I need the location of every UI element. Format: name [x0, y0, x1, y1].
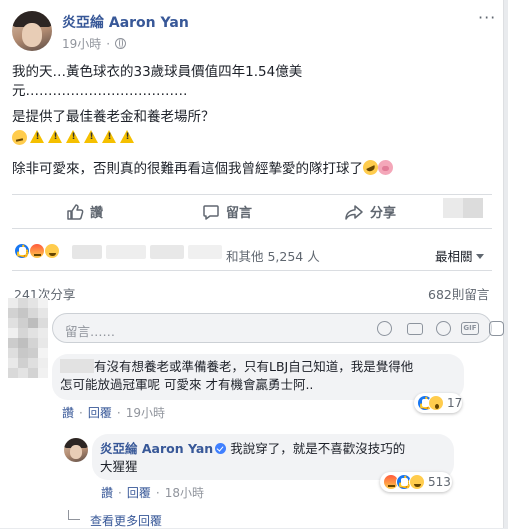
- haha-reaction-icon: [44, 243, 60, 259]
- like-button[interactable]: 讚: [66, 202, 103, 221]
- comment-label: 留言: [226, 206, 253, 221]
- blurred-names: [72, 243, 222, 261]
- composer-placeholder: 留言……: [65, 324, 116, 339]
- view-more-replies-link[interactable]: 查看更多回覆: [90, 512, 162, 529]
- haha-reaction-icon: [409, 474, 425, 490]
- post-text-line-2: 元………………………………: [12, 83, 188, 99]
- comment-reactions[interactable]: 17: [414, 393, 462, 413]
- blurred-avatar: [443, 198, 463, 218]
- comment-icon: [203, 204, 219, 220]
- reply-actions: 讚 · 回覆 · 18小時: [101, 484, 204, 501]
- meta-separator: ·: [118, 485, 122, 500]
- angry-reaction-icon: [29, 243, 45, 259]
- post-text-line-5: 除非可愛來，否則真的很難再看這個我曾經摯愛的隊打球了: [12, 157, 393, 179]
- share-icon: [345, 204, 363, 220]
- reaction-count-text[interactable]: 和其他 5,254 人: [226, 246, 320, 265]
- author-avatar[interactable]: [12, 11, 52, 51]
- reply-reaction-count: 513: [428, 475, 451, 489]
- meta-separator: ·: [79, 405, 83, 420]
- post-emoji-row: [12, 130, 135, 145]
- thumbs-up-icon: [67, 203, 84, 220]
- reaction-icons[interactable]: [14, 243, 66, 261]
- post-meta: 19小時 ·: [62, 35, 127, 52]
- emoji-icon[interactable]: [377, 321, 392, 336]
- warning-emoji-icon: [120, 130, 135, 144]
- wow-reaction-icon: [428, 395, 444, 411]
- comment-bubble: 有沒有想養老或準備養老，只有LBJ自己知道，我是覺得他 怎可能放過冠軍呢 可愛來…: [52, 354, 464, 400]
- avatar-face: [22, 23, 42, 47]
- meta-separator: ·: [116, 405, 121, 420]
- divider: [12, 228, 492, 229]
- warning-emoji-icon: [30, 130, 45, 144]
- post-author-name[interactable]: 炎亞綸 Aaron Yan: [62, 12, 189, 32]
- blurred-commenter-name[interactable]: [60, 359, 94, 373]
- reply-arrow-icon: [68, 510, 80, 520]
- post-text-line-5-content: 除非可愛來，否則真的很難再看這個我曾經摯愛的隊打球了: [12, 161, 363, 177]
- gif-icon[interactable]: GIF: [461, 322, 479, 335]
- comment-actions: 讚 · 回覆 · 19小時: [62, 404, 165, 421]
- comment-text-line-2: 怎可能放過冠軍呢 可愛來 才有機會贏勇士阿..: [60, 377, 314, 392]
- sort-dropdown[interactable]: 最相關: [435, 246, 484, 265]
- globe-icon[interactable]: [115, 38, 127, 49]
- comment-like-link[interactable]: 讚: [62, 404, 74, 421]
- warning-emoji-icon: [102, 130, 117, 144]
- comment-time[interactable]: 19小時: [126, 404, 165, 421]
- post-card: 炎亞綸 Aaron Yan 19小時 · ··· 我的天…黃色球衣的33歲球員價…: [0, 0, 504, 528]
- warning-emoji-icon: [48, 130, 63, 144]
- reply-time[interactable]: 18小時: [165, 484, 204, 501]
- comment-count[interactable]: 682則留言: [428, 284, 489, 303]
- reply-author-name[interactable]: 炎亞綸 Aaron Yan: [100, 441, 213, 456]
- verified-badge-icon: [215, 443, 227, 454]
- reply-reply-link[interactable]: 回覆: [127, 484, 151, 501]
- gif-sticker-icon[interactable]: [436, 321, 451, 336]
- reply-text-line-1: 我說穿了，就是不喜歡沒技巧的: [230, 441, 406, 456]
- reply-text-line-2: 大猩猩: [100, 459, 138, 474]
- divider: [12, 194, 492, 195]
- divider: [12, 270, 492, 271]
- meta-separator: ·: [106, 36, 111, 51]
- sticker-icon[interactable]: [489, 321, 504, 336]
- more-options-button[interactable]: ···: [478, 8, 496, 27]
- post-time[interactable]: 19小時: [62, 35, 101, 52]
- reply-author-avatar[interactable]: [64, 438, 88, 462]
- share-label: 分享: [370, 206, 397, 221]
- smirk-emoji-icon: [12, 130, 27, 145]
- comment-text-line-1: 有沒有想養老或準備養老，只有LBJ自己知道，我是覺得他: [94, 359, 414, 374]
- share-button[interactable]: 分享: [344, 202, 396, 221]
- chevron-down-icon: [475, 254, 484, 259]
- reply-like-link[interactable]: 讚: [101, 484, 113, 501]
- blurred-avatar: [463, 198, 483, 218]
- reply-reactions[interactable]: 513: [380, 472, 452, 492]
- post-text-line-1: 我的天…黃色球衣的33歲球員價值四年1.54億美: [12, 64, 303, 80]
- comment-button[interactable]: 留言: [202, 202, 252, 221]
- reply-header: 炎亞綸 Aaron Yan 我說穿了，就是不喜歡沒技巧的: [100, 440, 405, 457]
- camera-icon[interactable]: [407, 323, 423, 335]
- blurred-commenter-avatar: [8, 298, 48, 382]
- like-reaction-icon: [14, 243, 30, 259]
- warning-emoji-icon: [84, 130, 99, 144]
- comment-composer[interactable]: 留言…… GIF: [52, 313, 504, 343]
- comment-reply-link[interactable]: 回覆: [88, 404, 112, 421]
- avatar-face: [70, 445, 82, 459]
- meta-separator: ·: [155, 485, 160, 500]
- post-text-line-3: 是提供了最佳養老金和養老場所？: [12, 109, 215, 125]
- sort-label: 最相關: [435, 249, 473, 264]
- pig-emoji-icon: [378, 160, 393, 175]
- like-label: 讚: [90, 206, 104, 221]
- warning-emoji-icon: [66, 130, 81, 144]
- comment-reaction-count: 17: [447, 396, 463, 410]
